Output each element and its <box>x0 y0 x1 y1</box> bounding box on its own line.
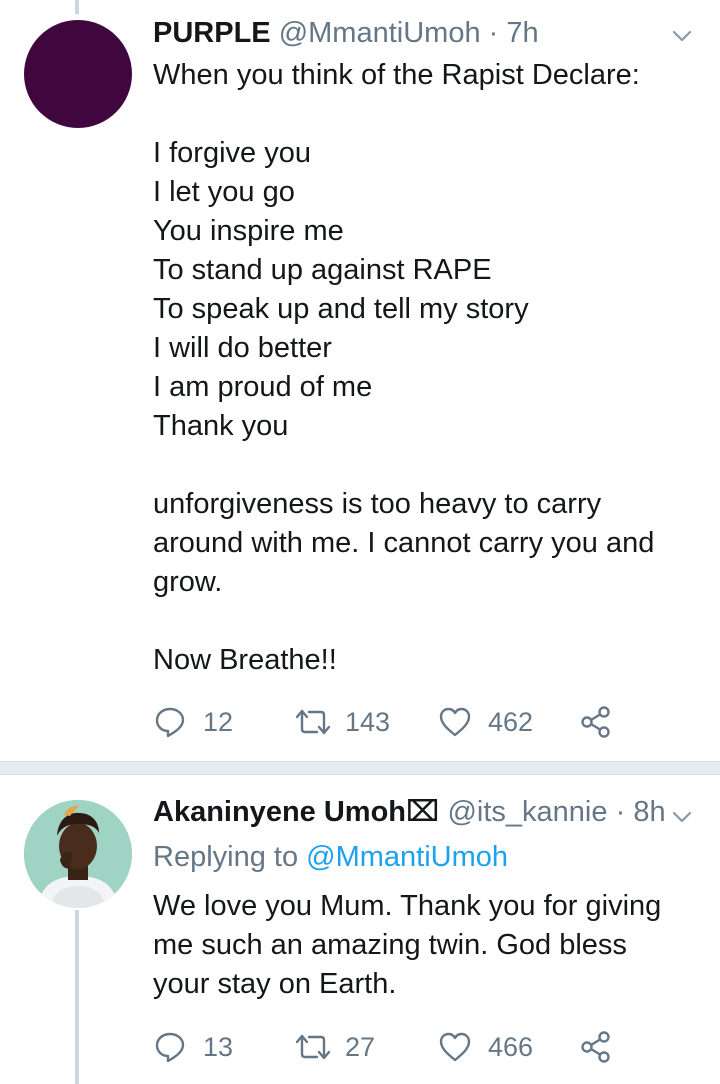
tweet-header: PURPLE @MmantiUmoh · 7h <box>153 16 539 50</box>
share-button[interactable] <box>579 702 613 742</box>
tweet-header: Akaninyene Umoh⌧ @its_kannie · 8h <box>153 795 666 829</box>
tweet-text-line: I am proud of me <box>153 371 373 403</box>
like-icon <box>439 1032 471 1062</box>
tweet-text-line: I forgive you <box>153 137 311 169</box>
chevron-down-icon[interactable] <box>670 805 694 829</box>
retweet-icon <box>295 1034 331 1060</box>
tweet-text-line: I let you go <box>153 176 295 208</box>
tweet[interactable]: PURPLE @MmantiUmoh · 7h When you think o… <box>0 0 720 760</box>
tweet-text-line: Thank you <box>153 410 289 442</box>
tweet-actions: 13 27 466 <box>153 1027 623 1067</box>
retweet-icon <box>295 709 331 735</box>
reply-button[interactable]: 13 <box>153 1027 233 1067</box>
retweet-button[interactable]: 143 <box>293 702 390 742</box>
tweet-text-line: You inspire me <box>153 215 344 247</box>
reply-count: 12 <box>203 706 234 737</box>
replying-to-label: Replying to <box>153 841 299 873</box>
separator-dot: · <box>615 796 626 828</box>
thread-line <box>75 0 79 14</box>
reply-icon <box>155 1032 185 1063</box>
tweet-text-line: your stay on Earth. <box>153 968 397 1000</box>
reply-icon <box>155 707 185 738</box>
tweet-text-line: I will do better <box>153 332 332 364</box>
like-icon <box>439 707 471 737</box>
share-icon <box>581 706 610 738</box>
like-button[interactable]: 466 <box>438 1027 533 1067</box>
tweet-text-line: To stand up against RAPE <box>153 254 492 286</box>
timestamp[interactable]: 7h <box>506 17 538 49</box>
tweet-text-line <box>153 446 693 485</box>
display-name[interactable]: Akaninyene Umoh⌧ <box>153 796 439 828</box>
tweet-text-line <box>153 95 693 134</box>
display-name[interactable]: PURPLE <box>153 17 271 49</box>
tweet-actions: 12 143 462 <box>153 702 623 742</box>
tweet-text-line: grow. <box>153 566 223 598</box>
tweet-text-line: around with me. I cannot carry you and <box>153 527 655 559</box>
tweet-text-line: We love you Mum. Thank you for giving <box>153 890 662 922</box>
tweet-text-line: unforgiveness is too heavy to carry <box>153 488 602 520</box>
like-count: 462 <box>488 706 534 737</box>
user-handle[interactable]: @MmantiUmoh <box>279 17 481 49</box>
share-icon <box>581 1031 610 1063</box>
tweet-text: When you think of the Rapist Declare: I … <box>153 56 693 680</box>
timestamp[interactable]: 8h <box>633 796 665 828</box>
retweet-button[interactable]: 27 <box>293 1027 375 1067</box>
thread-line <box>75 910 79 1084</box>
tweet-divider <box>0 761 720 775</box>
avatar[interactable] <box>24 20 132 128</box>
avatar[interactable] <box>24 800 132 908</box>
tweet-text-line: Now Breathe!! <box>153 644 337 676</box>
tweet-text-line <box>153 602 693 641</box>
chevron-down-icon[interactable] <box>670 24 694 48</box>
reply-count: 13 <box>203 1031 234 1062</box>
like-button[interactable]: 462 <box>438 702 533 742</box>
retweet-count: 27 <box>345 1031 376 1062</box>
separator-dot: · <box>488 17 499 49</box>
like-count: 466 <box>488 1031 534 1062</box>
tweet-text-line: To speak up and tell my story <box>153 293 529 325</box>
tweet[interactable]: Akaninyene Umoh⌧ @its_kannie · 8h Replyi… <box>0 775 720 1084</box>
tweet-text-line: me such an amazing twin. God bless <box>153 929 627 961</box>
tweet-text: We love you Mum. Thank you for giving me… <box>153 887 693 1004</box>
reply-button[interactable]: 12 <box>153 702 233 742</box>
share-button[interactable] <box>579 1027 613 1067</box>
tweet-text-line: When you think of the Rapist Declare: <box>153 59 640 91</box>
replying-to: Replying to @MmantiUmoh <box>153 841 508 874</box>
user-handle[interactable]: @its_kannie <box>447 796 607 828</box>
mention-link[interactable]: @MmantiUmoh <box>306 841 508 873</box>
retweet-count: 143 <box>345 706 391 737</box>
